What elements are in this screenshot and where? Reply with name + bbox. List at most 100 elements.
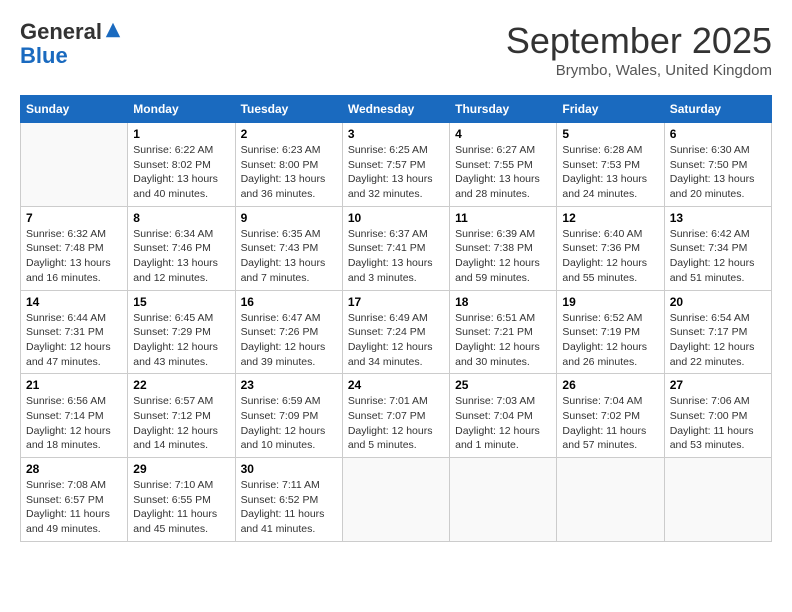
day-number: 3	[348, 127, 444, 141]
calendar-week-row: 1 Sunrise: 6:22 AM Sunset: 8:02 PM Daylig…	[21, 123, 772, 207]
day-number: 4	[455, 127, 551, 141]
table-row: 3 Sunrise: 6:25 AM Sunset: 7:57 PM Daylig…	[342, 123, 449, 207]
day-number: 28	[26, 462, 122, 476]
table-row: 11 Sunrise: 6:39 AM Sunset: 7:38 PM Dayli…	[450, 206, 557, 290]
day-number: 2	[241, 127, 337, 141]
calendar-table: Sunday Monday Tuesday Wednesday Thursday…	[20, 95, 772, 542]
day-number: 21	[26, 378, 122, 392]
day-number: 14	[26, 295, 122, 309]
day-number: 16	[241, 295, 337, 309]
month-title: September 2025	[506, 20, 772, 62]
day-number: 24	[348, 378, 444, 392]
day-info: Sunrise: 6:30 AM Sunset: 7:50 PM Dayligh…	[670, 143, 766, 202]
day-info: Sunrise: 6:28 AM Sunset: 7:53 PM Dayligh…	[562, 143, 658, 202]
table-row: 23Sunrise: 6:59 AM Sunset: 7:09 PM Dayli…	[235, 374, 342, 458]
day-number: 10	[348, 211, 444, 225]
day-info: Sunrise: 6:47 AM Sunset: 7:26 PM Dayligh…	[241, 311, 337, 370]
logo-blue: Blue	[20, 43, 68, 68]
day-number: 15	[133, 295, 229, 309]
day-number: 26	[562, 378, 658, 392]
day-number: 11	[455, 211, 551, 225]
table-row: 25 Sunrise: 7:03 AM Sunset: 7:04 PM Dayli…	[450, 374, 557, 458]
day-number: 22	[133, 378, 229, 392]
table-row: 29Sunrise: 7:10 AM Sunset: 6:55 PM Dayli…	[128, 458, 235, 542]
day-number: 27	[670, 378, 766, 392]
logo: General Blue	[20, 20, 122, 68]
day-info: Sunrise: 6:54 AM Sunset: 7:17 PM Dayligh…	[670, 311, 766, 370]
table-row	[21, 123, 128, 207]
calendar-week-row: 7Sunrise: 6:32 AM Sunset: 7:48 PM Daylig…	[21, 206, 772, 290]
day-info: Sunrise: 7:01 AM Sunset: 7:07 PM Dayligh…	[348, 394, 444, 453]
day-info: Sunrise: 6:40 AM Sunset: 7:36 PM Dayligh…	[562, 227, 658, 286]
day-info: Sunrise: 6:35 AM Sunset: 7:43 PM Dayligh…	[241, 227, 337, 286]
day-info: Sunrise: 6:51 AM Sunset: 7:21 PM Dayligh…	[455, 311, 551, 370]
table-row: 4 Sunrise: 6:27 AM Sunset: 7:55 PM Daylig…	[450, 123, 557, 207]
day-info: Sunrise: 7:04 AM Sunset: 7:02 PM Dayligh…	[562, 394, 658, 453]
day-number: 25	[455, 378, 551, 392]
day-info: Sunrise: 6:34 AM Sunset: 7:46 PM Dayligh…	[133, 227, 229, 286]
day-number: 5	[562, 127, 658, 141]
table-row: 9 Sunrise: 6:35 AM Sunset: 7:43 PM Daylig…	[235, 206, 342, 290]
day-number: 7	[26, 211, 122, 225]
table-row	[557, 458, 664, 542]
table-row	[342, 458, 449, 542]
col-monday: Monday	[128, 96, 235, 123]
table-row: 22 Sunrise: 6:57 AM Sunset: 7:12 PM Dayli…	[128, 374, 235, 458]
table-row: 15 Sunrise: 6:45 AM Sunset: 7:29 PM Dayli…	[128, 290, 235, 374]
table-row: 14 Sunrise: 6:44 AM Sunset: 7:31 PM Dayli…	[21, 290, 128, 374]
table-row: 28 Sunrise: 7:08 AM Sunset: 6:57 PM Dayli…	[21, 458, 128, 542]
day-info: Sunrise: 6:49 AM Sunset: 7:24 PM Dayligh…	[348, 311, 444, 370]
day-number: 6	[670, 127, 766, 141]
day-info: Sunrise: 7:10 AM Sunset: 6:55 PM Dayligh…	[133, 478, 229, 537]
day-number: 12	[562, 211, 658, 225]
day-info: Sunrise: 6:45 AM Sunset: 7:29 PM Dayligh…	[133, 311, 229, 370]
day-number: 8	[133, 211, 229, 225]
table-row: 21 Sunrise: 6:56 AM Sunset: 7:14 PM Dayli…	[21, 374, 128, 458]
day-info: Sunrise: 6:44 AM Sunset: 7:31 PM Dayligh…	[26, 311, 122, 370]
location-subtitle: Brymbo, Wales, United Kingdom	[506, 62, 772, 79]
table-row: 26 Sunrise: 7:04 AM Sunset: 7:02 PM Dayli…	[557, 374, 664, 458]
day-number: 9	[241, 211, 337, 225]
table-row: 16 Sunrise: 6:47 AM Sunset: 7:26 PM Dayli…	[235, 290, 342, 374]
table-row: 8 Sunrise: 6:34 AM Sunset: 7:46 PM Daylig…	[128, 206, 235, 290]
day-number: 18	[455, 295, 551, 309]
col-thursday: Thursday	[450, 96, 557, 123]
day-info: Sunrise: 6:27 AM Sunset: 7:55 PM Dayligh…	[455, 143, 551, 202]
day-number: 13	[670, 211, 766, 225]
day-info: Sunrise: 6:25 AM Sunset: 7:57 PM Dayligh…	[348, 143, 444, 202]
day-number: 30	[241, 462, 337, 476]
logo-general: General	[20, 19, 102, 44]
calendar-week-row: 21 Sunrise: 6:56 AM Sunset: 7:14 PM Dayli…	[21, 374, 772, 458]
day-number: 1	[133, 127, 229, 141]
table-row: 12 Sunrise: 6:40 AM Sunset: 7:36 PM Dayli…	[557, 206, 664, 290]
day-info: Sunrise: 6:23 AM Sunset: 8:00 PM Dayligh…	[241, 143, 337, 202]
table-row: 13 Sunrise: 6:42 AM Sunset: 7:34 PM Dayli…	[664, 206, 771, 290]
table-row: 30 Sunrise: 7:11 AM Sunset: 6:52 PM Dayli…	[235, 458, 342, 542]
table-row: 24 Sunrise: 7:01 AM Sunset: 7:07 PM Dayli…	[342, 374, 449, 458]
day-info: Sunrise: 7:11 AM Sunset: 6:52 PM Dayligh…	[241, 478, 337, 537]
day-info: Sunrise: 6:56 AM Sunset: 7:14 PM Dayligh…	[26, 394, 122, 453]
col-friday: Friday	[557, 96, 664, 123]
table-row: 19Sunrise: 6:52 AM Sunset: 7:19 PM Dayli…	[557, 290, 664, 374]
day-info: Sunrise: 7:08 AM Sunset: 6:57 PM Dayligh…	[26, 478, 122, 537]
day-info: Sunrise: 6:39 AM Sunset: 7:38 PM Dayligh…	[455, 227, 551, 286]
day-info: Sunrise: 6:42 AM Sunset: 7:34 PM Dayligh…	[670, 227, 766, 286]
day-number: 17	[348, 295, 444, 309]
col-wednesday: Wednesday	[342, 96, 449, 123]
calendar-week-row: 14 Sunrise: 6:44 AM Sunset: 7:31 PM Dayli…	[21, 290, 772, 374]
table-row: 5 Sunrise: 6:28 AM Sunset: 7:53 PM Daylig…	[557, 123, 664, 207]
day-info: Sunrise: 6:37 AM Sunset: 7:41 PM Dayligh…	[348, 227, 444, 286]
table-row: 17 Sunrise: 6:49 AM Sunset: 7:24 PM Dayli…	[342, 290, 449, 374]
calendar-header-row: Sunday Monday Tuesday Wednesday Thursday…	[21, 96, 772, 123]
calendar-week-row: 28 Sunrise: 7:08 AM Sunset: 6:57 PM Dayli…	[21, 458, 772, 542]
page-header: General Blue September 2025 Brymbo, Wale…	[20, 20, 772, 79]
table-row: 27Sunrise: 7:06 AM Sunset: 7:00 PM Dayli…	[664, 374, 771, 458]
day-info: Sunrise: 6:57 AM Sunset: 7:12 PM Dayligh…	[133, 394, 229, 453]
day-info: Sunrise: 6:59 AM Sunset: 7:09 PM Dayligh…	[241, 394, 337, 453]
day-number: 20	[670, 295, 766, 309]
table-row	[450, 458, 557, 542]
day-info: Sunrise: 7:03 AM Sunset: 7:04 PM Dayligh…	[455, 394, 551, 453]
day-info: Sunrise: 6:22 AM Sunset: 8:02 PM Dayligh…	[133, 143, 229, 202]
col-saturday: Saturday	[664, 96, 771, 123]
col-tuesday: Tuesday	[235, 96, 342, 123]
